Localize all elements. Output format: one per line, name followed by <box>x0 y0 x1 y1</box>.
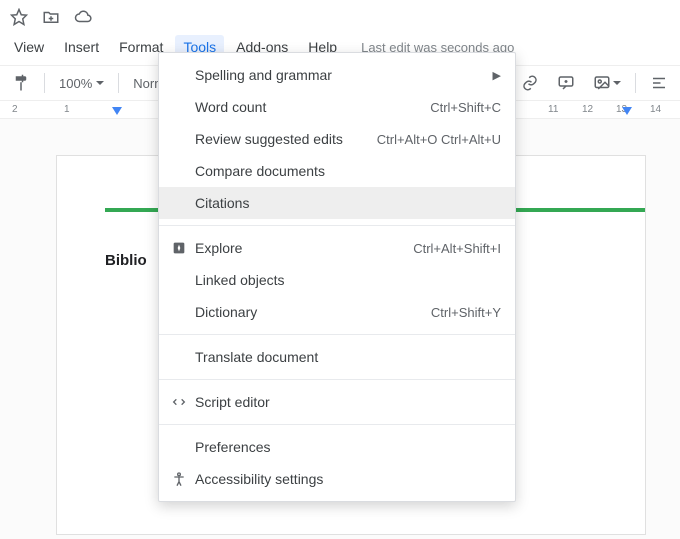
indent-marker-icon[interactable] <box>112 107 122 117</box>
ruler-tick: 12 <box>582 104 593 115</box>
menu-item-compare-documents[interactable]: Compare documents <box>159 155 515 187</box>
explore-icon <box>167 240 191 256</box>
menu-item-dictionary[interactable]: DictionaryCtrl+Shift+Y <box>159 296 515 328</box>
menu-insert[interactable]: Insert <box>56 35 107 59</box>
toolbar-separator <box>635 73 636 93</box>
menu-item-accessibility-settings[interactable]: Accessibility settings <box>159 463 515 495</box>
menu-item-explore[interactable]: ExploreCtrl+Alt+Shift+I <box>159 232 515 264</box>
menu-item-spelling-and-grammar[interactable]: Spelling and grammar▶ <box>159 59 515 91</box>
menu-item-label: Explore <box>191 240 413 256</box>
menu-item-shortcut: Ctrl+Shift+Y <box>431 305 501 320</box>
menu-item-preferences[interactable]: Preferences <box>159 431 515 463</box>
menu-item-label: Compare documents <box>191 163 501 179</box>
menu-divider <box>159 225 515 226</box>
accessibility-icon <box>167 471 191 487</box>
zoom-value: 100% <box>59 76 92 91</box>
indent-marker-icon[interactable] <box>622 107 632 117</box>
menu-item-label: Accessibility settings <box>191 471 501 487</box>
menu-item-script-editor[interactable]: Script editor <box>159 386 515 418</box>
tools-menu-dropdown: Spelling and grammar▶Word countCtrl+Shif… <box>158 52 516 502</box>
ruler-tick: 1 <box>64 104 70 115</box>
menu-item-word-count[interactable]: Word countCtrl+Shift+C <box>159 91 515 123</box>
menu-item-citations[interactable]: Citations <box>159 187 515 219</box>
toolbar-separator <box>118 73 119 93</box>
image-icon[interactable] <box>587 66 627 100</box>
document-heading[interactable]: Biblio <box>105 252 147 269</box>
menu-item-label: Script editor <box>191 394 501 410</box>
menu-item-review-suggested-edits[interactable]: Review suggested editsCtrl+Alt+O Ctrl+Al… <box>159 123 515 155</box>
menu-item-label: Citations <box>191 195 501 211</box>
ruler-tick: 11 <box>548 104 558 115</box>
chevron-down-icon <box>96 81 104 85</box>
menu-divider <box>159 424 515 425</box>
menu-item-label: Dictionary <box>191 304 431 320</box>
comment-icon[interactable] <box>551 66 581 100</box>
move-folder-icon[interactable] <box>42 8 60 29</box>
menu-item-translate-document[interactable]: Translate document <box>159 341 515 373</box>
menu-view[interactable]: View <box>6 35 52 59</box>
menu-item-label: Linked objects <box>191 272 501 288</box>
menu-item-label: Preferences <box>191 439 501 455</box>
star-icon[interactable] <box>10 8 28 29</box>
paint-format-icon[interactable] <box>6 66 36 100</box>
ruler-tick: 14 <box>650 104 661 115</box>
menu-item-linked-objects[interactable]: Linked objects <box>159 264 515 296</box>
title-icon-bar <box>0 0 680 31</box>
menu-item-shortcut: Ctrl+Alt+Shift+I <box>413 241 501 256</box>
zoom-select[interactable]: 100% <box>53 76 110 91</box>
script-icon <box>167 394 191 410</box>
menu-divider <box>159 379 515 380</box>
chevron-down-icon <box>613 81 621 85</box>
menu-item-label: Translate document <box>191 349 501 365</box>
ruler-tick: 2 <box>12 104 18 115</box>
align-icon[interactable] <box>644 66 674 100</box>
toolbar-separator <box>44 73 45 93</box>
menu-item-shortcut: Ctrl+Alt+O Ctrl+Alt+U <box>377 132 501 147</box>
cloud-status-icon[interactable] <box>74 8 92 29</box>
menu-item-label: Review suggested edits <box>191 131 377 147</box>
submenu-caret-icon: ▶ <box>493 69 501 82</box>
link-icon[interactable] <box>515 66 545 100</box>
menu-divider <box>159 334 515 335</box>
menu-item-label: Word count <box>191 99 430 115</box>
menu-item-label: Spelling and grammar <box>191 67 493 83</box>
menu-item-shortcut: Ctrl+Shift+C <box>430 100 501 115</box>
